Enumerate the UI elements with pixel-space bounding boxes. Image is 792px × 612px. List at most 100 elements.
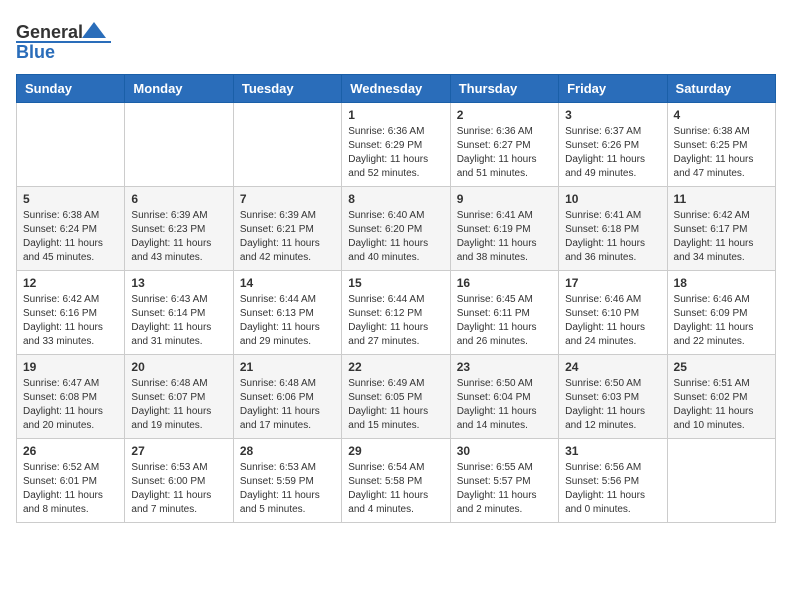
day-info: Sunrise: 6:48 AMSunset: 6:06 PMDaylight:… <box>240 377 335 433</box>
calendar-cell: 26 Sunrise: 6:52 AMSunset: 6:01 PMDayligh… <box>17 439 125 523</box>
logo: General Blue <box>16 16 96 66</box>
day-info: Sunrise: 6:42 AMSunset: 6:17 PMDaylight:… <box>674 209 769 265</box>
calendar-cell: 7 Sunrise: 6:39 AMSunset: 6:21 PMDaylight… <box>233 187 341 271</box>
calendar-cell: 1Sunrise: 6:36 AMSunset: 6:29 PMDaylight… <box>342 103 450 187</box>
day-info: Sunrise: 6:41 AMSunset: 6:19 PMDaylight:… <box>457 209 552 265</box>
day-number: 26 <box>23 444 118 458</box>
day-info: Sunrise: 6:41 AMSunset: 6:18 PMDaylight:… <box>565 209 660 265</box>
day-number: 27 <box>131 444 226 458</box>
svg-text:Blue: Blue <box>16 42 55 62</box>
page-header: General Blue <box>16 16 776 66</box>
calendar-cell: 25 Sunrise: 6:51 AMSunset: 6:02 PMDayligh… <box>667 355 775 439</box>
day-number: 25 <box>674 360 769 374</box>
calendar-cell: 12 Sunrise: 6:42 AMSunset: 6:16 PMDayligh… <box>17 271 125 355</box>
calendar-cell: 22 Sunrise: 6:49 AMSunset: 6:05 PMDayligh… <box>342 355 450 439</box>
day-number: 31 <box>565 444 660 458</box>
day-info: Sunrise: 6:37 AMSunset: 6:26 PMDaylight:… <box>565 125 660 181</box>
calendar-cell: 29Sunrise: 6:54 AMSunset: 5:58 PMDayligh… <box>342 439 450 523</box>
calendar-week-1: 1Sunrise: 6:36 AMSunset: 6:29 PMDaylight… <box>17 103 776 187</box>
calendar-cell: 3Sunrise: 6:37 AMSunset: 6:26 PMDaylight… <box>559 103 667 187</box>
day-info: Sunrise: 6:47 AMSunset: 6:08 PMDaylight:… <box>23 377 118 433</box>
day-number: 24 <box>565 360 660 374</box>
day-number: 6 <box>131 192 226 206</box>
day-info: Sunrise: 6:38 AMSunset: 6:25 PMDaylight:… <box>674 125 769 181</box>
weekday-header-friday: Friday <box>559 75 667 103</box>
day-info: Sunrise: 6:46 AMSunset: 6:09 PMDaylight:… <box>674 293 769 349</box>
day-number: 19 <box>23 360 118 374</box>
calendar-cell: 18 Sunrise: 6:46 AMSunset: 6:09 PMDayligh… <box>667 271 775 355</box>
day-number: 10 <box>565 192 660 206</box>
day-number: 2 <box>457 108 552 122</box>
day-info: Sunrise: 6:39 AMSunset: 6:21 PMDaylight:… <box>240 209 335 265</box>
day-info: Sunrise: 6:48 AMSunset: 6:07 PMDaylight:… <box>131 377 226 433</box>
calendar-cell: 15 Sunrise: 6:44 AMSunset: 6:12 PMDayligh… <box>342 271 450 355</box>
day-number: 12 <box>23 276 118 290</box>
calendar-cell: 17Sunrise: 6:46 AMSunset: 6:10 PMDayligh… <box>559 271 667 355</box>
calendar-cell: 23 Sunrise: 6:50 AMSunset: 6:04 PMDayligh… <box>450 355 558 439</box>
calendar-cell: 9Sunrise: 6:41 AMSunset: 6:19 PMDaylight… <box>450 187 558 271</box>
weekday-header-monday: Monday <box>125 75 233 103</box>
day-info: Sunrise: 6:40 AMSunset: 6:20 PMDaylight:… <box>348 209 443 265</box>
day-info: Sunrise: 6:49 AMSunset: 6:05 PMDaylight:… <box>348 377 443 433</box>
day-info: Sunrise: 6:44 AMSunset: 6:12 PMDaylight:… <box>348 293 443 349</box>
weekday-header-sunday: Sunday <box>17 75 125 103</box>
calendar-cell: 28Sunrise: 6:53 AMSunset: 5:59 PMDayligh… <box>233 439 341 523</box>
calendar-cell: 11 Sunrise: 6:42 AMSunset: 6:17 PMDayligh… <box>667 187 775 271</box>
calendar-cell <box>17 103 125 187</box>
day-info: Sunrise: 6:50 AMSunset: 6:04 PMDaylight:… <box>457 377 552 433</box>
calendar-cell: 21 Sunrise: 6:48 AMSunset: 6:06 PMDayligh… <box>233 355 341 439</box>
day-number: 16 <box>457 276 552 290</box>
day-number: 23 <box>457 360 552 374</box>
weekday-header-thursday: Thursday <box>450 75 558 103</box>
day-number: 13 <box>131 276 226 290</box>
calendar-week-4: 19 Sunrise: 6:47 AMSunset: 6:08 PMDayligh… <box>17 355 776 439</box>
calendar-cell: 27 Sunrise: 6:53 AMSunset: 6:00 PMDayligh… <box>125 439 233 523</box>
day-number: 4 <box>674 108 769 122</box>
calendar-cell: 4 Sunrise: 6:38 AMSunset: 6:25 PMDaylight… <box>667 103 775 187</box>
day-info: Sunrise: 6:55 AMSunset: 5:57 PMDaylight:… <box>457 461 552 517</box>
calendar-cell: 10 Sunrise: 6:41 AMSunset: 6:18 PMDayligh… <box>559 187 667 271</box>
weekday-header-wednesday: Wednesday <box>342 75 450 103</box>
calendar-cell: 24 Sunrise: 6:50 AMSunset: 6:03 PMDayligh… <box>559 355 667 439</box>
calendar-cell: 19 Sunrise: 6:47 AMSunset: 6:08 PMDayligh… <box>17 355 125 439</box>
calendar-week-2: 5 Sunrise: 6:38 AMSunset: 6:24 PMDaylight… <box>17 187 776 271</box>
day-info: Sunrise: 6:42 AMSunset: 6:16 PMDaylight:… <box>23 293 118 349</box>
calendar-cell <box>667 439 775 523</box>
calendar-cell: 5 Sunrise: 6:38 AMSunset: 6:24 PMDaylight… <box>17 187 125 271</box>
calendar-week-5: 26 Sunrise: 6:52 AMSunset: 6:01 PMDayligh… <box>17 439 776 523</box>
day-info: Sunrise: 6:43 AMSunset: 6:14 PMDaylight:… <box>131 293 226 349</box>
day-number: 8 <box>348 192 443 206</box>
weekday-header-row: SundayMondayTuesdayWednesdayThursdayFrid… <box>17 75 776 103</box>
calendar-cell: 6 Sunrise: 6:39 AMSunset: 6:23 PMDaylight… <box>125 187 233 271</box>
calendar-cell: 8 Sunrise: 6:40 AMSunset: 6:20 PMDaylight… <box>342 187 450 271</box>
day-number: 22 <box>348 360 443 374</box>
day-number: 14 <box>240 276 335 290</box>
calendar-cell: 2Sunrise: 6:36 AMSunset: 6:27 PMDaylight… <box>450 103 558 187</box>
calendar-cell: 16 Sunrise: 6:45 AMSunset: 6:11 PMDayligh… <box>450 271 558 355</box>
day-info: Sunrise: 6:45 AMSunset: 6:11 PMDaylight:… <box>457 293 552 349</box>
day-number: 1 <box>348 108 443 122</box>
logo-svg: General Blue <box>16 16 126 64</box>
day-number: 28 <box>240 444 335 458</box>
day-number: 5 <box>23 192 118 206</box>
day-number: 7 <box>240 192 335 206</box>
day-info: Sunrise: 6:39 AMSunset: 6:23 PMDaylight:… <box>131 209 226 265</box>
svg-text:General: General <box>16 22 83 42</box>
calendar-cell: 31Sunrise: 6:56 AMSunset: 5:56 PMDayligh… <box>559 439 667 523</box>
day-number: 15 <box>348 276 443 290</box>
day-number: 20 <box>131 360 226 374</box>
weekday-header-saturday: Saturday <box>667 75 775 103</box>
calendar-cell: 13 Sunrise: 6:43 AMSunset: 6:14 PMDayligh… <box>125 271 233 355</box>
calendar-cell: 30Sunrise: 6:55 AMSunset: 5:57 PMDayligh… <box>450 439 558 523</box>
day-number: 11 <box>674 192 769 206</box>
day-info: Sunrise: 6:51 AMSunset: 6:02 PMDaylight:… <box>674 377 769 433</box>
day-info: Sunrise: 6:53 AMSunset: 6:00 PMDaylight:… <box>131 461 226 517</box>
day-info: Sunrise: 6:50 AMSunset: 6:03 PMDaylight:… <box>565 377 660 433</box>
calendar-cell <box>125 103 233 187</box>
day-info: Sunrise: 6:38 AMSunset: 6:24 PMDaylight:… <box>23 209 118 265</box>
day-info: Sunrise: 6:52 AMSunset: 6:01 PMDaylight:… <box>23 461 118 517</box>
day-number: 17 <box>565 276 660 290</box>
day-number: 18 <box>674 276 769 290</box>
calendar-table: SundayMondayTuesdayWednesdayThursdayFrid… <box>16 74 776 523</box>
day-number: 21 <box>240 360 335 374</box>
